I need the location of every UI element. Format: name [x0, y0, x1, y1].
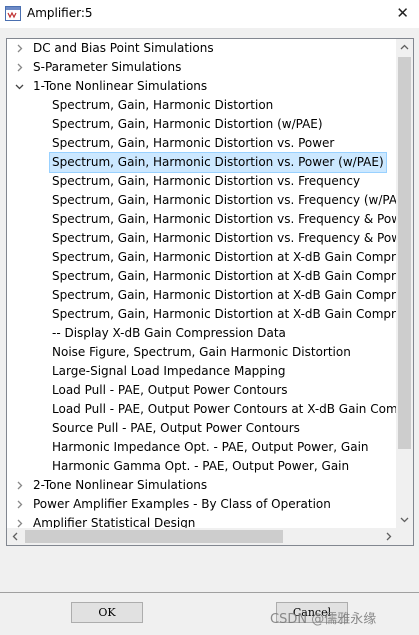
tree-item[interactable]: Spectrum, Gain, Harmonic Distortion at X… [7, 267, 397, 286]
tree-items: DC and Bias Point Simulations S-Parameter… [7, 39, 397, 528]
tree-group[interactable]: 1-Tone Nonlinear Simulations [7, 77, 397, 96]
tree-item-label: Amplifier Statistical Design [33, 516, 196, 528]
tree-item[interactable]: Load Pull - PAE, Output Power Contours [7, 381, 397, 400]
watermark: CSDN @儒雅永缘 [270, 612, 377, 627]
tree-item[interactable]: Source Pull - PAE, Output Power Contours [7, 419, 397, 438]
tree-item[interactable]: Spectrum, Gain, Harmonic Distortion vs. … [7, 210, 397, 229]
tree-item-label: 1-Tone Nonlinear Simulations [33, 79, 208, 93]
tree-item[interactable]: Noise Figure, Spectrum, Gain Harmonic Di… [7, 343, 397, 362]
tree-item-label: Spectrum, Gain, Harmonic Distortion [52, 98, 274, 112]
tree-item[interactable]: Load Pull - PAE, Output Power Contours a… [7, 400, 397, 419]
tree-item-label: DC and Bias Point Simulations [33, 41, 214, 55]
tree-item-label: Load Pull - PAE, Output Power Contours a… [52, 402, 397, 416]
tree-item[interactable]: Spectrum, Gain, Harmonic Distortion vs. … [7, 191, 397, 210]
tree-item-label: Spectrum, Gain, Harmonic Distortion vs. … [52, 136, 335, 150]
tree-item[interactable]: -- Display X-dB Gain Compression Data [7, 324, 397, 343]
chevron-right-icon[interactable] [13, 39, 25, 58]
chevron-right-icon[interactable] [13, 495, 25, 514]
tree-group[interactable]: S-Parameter Simulations [7, 58, 397, 77]
scroll-up-arrow-icon[interactable] [396, 39, 413, 56]
tree-item[interactable]: Large-Signal Load Impedance Mapping [7, 362, 397, 381]
tree-item[interactable]: Harmonic Gamma Opt. - PAE, Output Power,… [7, 457, 397, 476]
close-icon[interactable]: ✕ [396, 4, 409, 22]
tree-item[interactable]: Spectrum, Gain, Harmonic Distortion vs. … [7, 134, 397, 153]
tree-item-label: Source Pull - PAE, Output Power Contours [52, 421, 300, 435]
tree-item-label: Large-Signal Load Impedance Mapping [52, 364, 286, 378]
tree-group[interactable]: Power Amplifier Examples - By Class of O… [7, 495, 397, 514]
tree-item-label: Spectrum, Gain, Harmonic Distortion vs. … [52, 193, 397, 207]
tree-item-label: Harmonic Gamma Opt. - PAE, Output Power,… [52, 459, 350, 473]
tree-item-label: Spectrum, Gain, Harmonic Distortion at X… [52, 269, 397, 283]
tree-item-label: Spectrum, Gain, Harmonic Distortion vs. … [52, 231, 397, 245]
template-tree[interactable]: DC and Bias Point Simulations S-Parameter… [6, 38, 414, 546]
tree-item[interactable]: Spectrum, Gain, Harmonic Distortion at X… [7, 286, 397, 305]
scroll-right-arrow-icon[interactable] [380, 528, 397, 545]
tree-item[interactable]: Harmonic Impedance Opt. - PAE, Output Po… [7, 438, 397, 457]
tree-group[interactable]: 2-Tone Nonlinear Simulations [7, 476, 397, 495]
tree-item-label: Power Amplifier Examples - By Class of O… [33, 497, 331, 511]
tree-item[interactable]: Spectrum, Gain, Harmonic Distortion (w/P… [7, 115, 397, 134]
tree-item[interactable]: Spectrum, Gain, Harmonic Distortion vs. … [7, 172, 397, 191]
tree-item-label: S-Parameter Simulations [33, 60, 182, 74]
tree-item-label: Harmonic Impedance Opt. - PAE, Output Po… [52, 440, 369, 454]
tree-item-label: -- Display X-dB Gain Compression Data [52, 326, 286, 340]
tree-item[interactable]: Spectrum, Gain, Harmonic Distortion vs. … [7, 152, 397, 173]
tree-item[interactable]: Spectrum, Gain, Harmonic Distortion [7, 96, 397, 115]
window-title: Amplifier:5 [27, 6, 93, 20]
vertical-scrollbar[interactable] [396, 39, 413, 528]
tree-item[interactable]: Spectrum, Gain, Harmonic Distortion at X… [7, 248, 397, 267]
scroll-left-arrow-icon[interactable] [7, 528, 24, 545]
chevron-down-icon[interactable] [13, 77, 25, 96]
tree-item-label: Spectrum, Gain, Harmonic Distortion at X… [52, 307, 397, 321]
scrollbar-corner [396, 528, 413, 545]
chevron-right-icon[interactable] [13, 476, 25, 495]
tree-item[interactable]: Spectrum, Gain, Harmonic Distortion at X… [7, 305, 397, 324]
tree-item-label: Spectrum, Gain, Harmonic Distortion vs. … [49, 152, 387, 173]
title-bar: Amplifier:5 ✕ [0, 0, 419, 28]
tree-item[interactable]: Spectrum, Gain, Harmonic Distortion vs. … [7, 229, 397, 248]
horizontal-scroll-thumb[interactable] [25, 530, 283, 543]
vertical-scroll-thumb[interactable] [398, 57, 411, 449]
ads-schematic-icon [5, 6, 21, 21]
tree-item-label: Noise Figure, Spectrum, Gain Harmonic Di… [52, 345, 351, 359]
tree-item-label: Spectrum, Gain, Harmonic Distortion (w/P… [52, 117, 323, 131]
tree-group[interactable]: DC and Bias Point Simulations [7, 39, 397, 58]
ok-button[interactable]: OK [71, 602, 143, 623]
chevron-right-icon[interactable] [13, 58, 25, 77]
horizontal-scrollbar[interactable] [7, 528, 397, 545]
tree-item-label: Load Pull - PAE, Output Power Contours [52, 383, 288, 397]
scroll-down-arrow-icon[interactable] [396, 511, 413, 528]
tree-item-label: 2-Tone Nonlinear Simulations [33, 478, 208, 492]
tree-item-label: Spectrum, Gain, Harmonic Distortion vs. … [52, 174, 361, 188]
chevron-right-icon[interactable] [13, 514, 25, 528]
divider [0, 592, 419, 593]
tree-item-label: Spectrum, Gain, Harmonic Distortion at X… [52, 250, 397, 264]
tree-group[interactable]: Amplifier Statistical Design [7, 514, 397, 528]
tree-item-label: Spectrum, Gain, Harmonic Distortion vs. … [52, 212, 397, 226]
tree-item-label: Spectrum, Gain, Harmonic Distortion at X… [52, 288, 397, 302]
